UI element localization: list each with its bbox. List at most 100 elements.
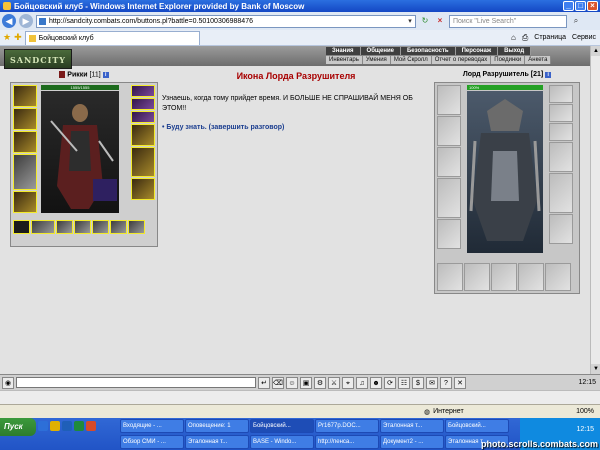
armor-slot[interactable] <box>13 154 37 190</box>
menu-security[interactable]: Безопасность <box>400 47 456 55</box>
bracers-slot[interactable] <box>13 108 37 130</box>
refresh-icon[interactable]: ↻ <box>419 15 431 27</box>
submenu-profile[interactable]: Анкета <box>525 56 552 64</box>
scroll-up-icon[interactable]: ▲ <box>591 46 600 56</box>
scroll-slot-5[interactable] <box>110 220 127 234</box>
task-buttons: Входящие - ... Оповещение: 1 Бойцовский.… <box>120 419 520 449</box>
helmet-slot[interactable] <box>13 85 37 107</box>
close-window-button[interactable]: × <box>587 1 598 11</box>
boss-rings-slot <box>549 123 573 141</box>
task-button[interactable]: Документ2 - ... <box>380 434 444 449</box>
boss-info-icon[interactable]: i <box>545 72 552 78</box>
help-icon[interactable]: ? <box>440 376 452 389</box>
task-button[interactable]: Бойцовский... <box>250 419 314 433</box>
task-button[interactable]: Оповещение: 1 <box>185 419 249 433</box>
menu-knowledge[interactable]: Знания <box>326 47 361 55</box>
emoji-icon[interactable]: ☻ <box>370 376 382 389</box>
scroll-slot-6[interactable] <box>128 220 145 234</box>
npc-dialog: Икона Лорда Разрушителя Узнаешь, когда т… <box>160 71 432 131</box>
submenu-scroll[interactable]: Мой Скролл <box>390 56 432 64</box>
menu-chat[interactable]: Общение <box>360 47 401 55</box>
tab-combats[interactable]: Бойцовский клуб <box>24 30 200 45</box>
page-menu[interactable]: Страница <box>534 34 566 41</box>
search-icon[interactable]: ⌕ <box>570 15 582 27</box>
earrings-slot[interactable] <box>131 85 155 97</box>
belt-slot[interactable] <box>13 191 37 213</box>
boss-header: Лорд Разрушитель [21] i <box>434 71 580 81</box>
back-button[interactable]: ◀ <box>2 14 16 28</box>
task-button[interactable]: http://пенса... <box>315 434 379 449</box>
zoom-level[interactable]: 100% <box>576 408 600 415</box>
trade-icon[interactable]: $ <box>412 376 424 389</box>
folder-quicklaunch-icon[interactable] <box>50 421 60 431</box>
horizontal-scrollbar[interactable] <box>0 390 600 404</box>
stop-icon[interactable]: × <box>434 15 446 27</box>
rings-slot[interactable] <box>131 111 155 123</box>
menu-character[interactable]: Персонаж <box>455 47 499 55</box>
submenu-skills[interactable]: Умения <box>362 56 391 64</box>
sound-icon[interactable]: ♫ <box>356 376 368 389</box>
url-dropdown-icon[interactable]: ▾ <box>405 17 415 25</box>
page-vertical-scrollbar[interactable]: ▲ ▼ <box>590 46 600 374</box>
scroll-slot-2[interactable] <box>56 220 73 234</box>
submenu-battles[interactable]: Поединки <box>491 56 526 64</box>
mail-icon[interactable]: ✉ <box>426 376 438 389</box>
boots-slot[interactable] <box>131 178 155 200</box>
excel-quicklaunch-icon[interactable] <box>74 421 84 431</box>
task-button[interactable]: BASE - Windo... <box>250 434 314 449</box>
task-button[interactable]: Входящие - ... <box>120 419 184 433</box>
player-info-icon[interactable]: i <box>102 72 109 79</box>
scroll-slot-3[interactable] <box>74 220 91 234</box>
start-button[interactable]: Пуск <box>0 418 36 436</box>
boss-level: [21] <box>530 71 544 78</box>
chat-mode-icon[interactable]: ◉ <box>2 376 14 389</box>
scroll-slot-1[interactable] <box>13 220 30 234</box>
fight-icon[interactable]: ⚔ <box>328 376 340 389</box>
outlook-quicklaunch-icon[interactable] <box>86 421 96 431</box>
favorites-star-icon[interactable]: ★ <box>3 32 11 43</box>
end-conversation-link[interactable]: • Буду знать. (завершить разговор) <box>160 124 432 131</box>
submenu-transfers[interactable]: Отчет о переводах <box>431 56 492 64</box>
search-input[interactable]: Поиск "Live Search" <box>449 14 567 28</box>
url-field[interactable]: http://sandcity.combats.com/buttons.pl?b… <box>36 14 416 28</box>
refresh-chat-icon[interactable]: ⟳ <box>384 376 396 389</box>
exit-icon[interactable]: ✕ <box>454 376 466 389</box>
gloves-slot[interactable] <box>131 124 155 146</box>
add-favorites-icon[interactable]: ✚ <box>14 32 22 43</box>
boss-boots-slot <box>549 214 573 244</box>
shield-slot[interactable] <box>131 147 155 177</box>
sandcity-logo: SANDCITY <box>4 49 72 69</box>
maximize-button[interactable]: □ <box>575 1 586 11</box>
amulet-slot[interactable] <box>131 98 155 110</box>
task-button[interactable]: Эталонная т... <box>380 419 444 433</box>
menu-exit[interactable]: Выход <box>498 47 532 55</box>
task-button[interactable]: Pr1677p.DOC... <box>315 419 379 433</box>
weapon-slot[interactable] <box>13 131 37 153</box>
submenu-inventory[interactable]: Инвентарь <box>326 56 363 64</box>
task-button[interactable]: Обзор СМИ - ... <box>120 434 184 449</box>
scroll-down-icon[interactable]: ▼ <box>591 364 600 374</box>
settings-icon[interactable]: ⚙ <box>314 376 326 389</box>
player-name[interactable]: Рикки <box>67 71 87 78</box>
task-button[interactable]: Бойцовский... <box>445 419 509 433</box>
tools-menu[interactable]: Сервис <box>572 34 596 41</box>
word-quicklaunch-icon[interactable] <box>62 421 72 431</box>
player-header: Рикки [11] i <box>10 71 158 81</box>
pet-icon[interactable] <box>93 179 117 201</box>
forward-button[interactable]: ▶ <box>19 14 33 28</box>
clear-icon[interactable]: ⌫ <box>272 376 284 389</box>
home-icon[interactable]: ⌂ <box>511 33 516 42</box>
chat-input[interactable] <box>16 377 256 388</box>
smiles-icon[interactable]: ☺ <box>286 376 298 389</box>
ie-quicklaunch-icon[interactable] <box>38 421 48 431</box>
runes-slot[interactable] <box>31 220 55 234</box>
scroll-slot-4[interactable] <box>92 220 109 234</box>
task-button[interactable]: Эталонная т... <box>185 434 249 449</box>
filter-icon[interactable]: ▣ <box>300 376 312 389</box>
print-icon[interactable]: ⎙ <box>522 33 528 43</box>
people-icon[interactable]: ☷ <box>398 376 410 389</box>
window-title: Бойцовский клуб - Windows Internet Explo… <box>14 1 305 11</box>
minimize-button[interactable]: _ <box>563 1 574 11</box>
map-icon[interactable]: ⌖ <box>342 376 354 389</box>
send-icon[interactable]: ↵ <box>258 376 270 389</box>
